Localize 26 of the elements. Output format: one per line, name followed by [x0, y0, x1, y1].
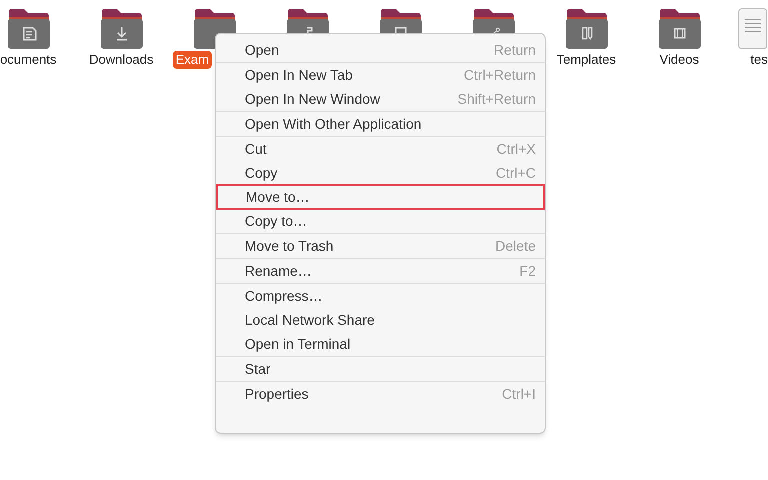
menu-item[interactable]: Open in Terminal [216, 332, 545, 356]
menu-item[interactable]: Open Return [216, 38, 545, 62]
folder-icon[interactable] [6, 8, 50, 50]
menu-item[interactable]: Copy Ctrl+C [216, 161, 545, 185]
menu-item[interactable]: Open With Other Application [216, 112, 545, 136]
menu-item[interactable]: Open In New Window Shift+Return [216, 87, 545, 111]
file-icon[interactable] [738, 8, 768, 50]
menu-item[interactable]: Properties Ctrl+I [216, 382, 545, 406]
menu-item[interactable]: Move to Trash Delete [216, 234, 545, 258]
folder-icon[interactable] [100, 8, 144, 50]
menu-item[interactable]: Star [216, 357, 545, 381]
menu-item[interactable]: Move to… [217, 185, 544, 209]
file-name: Videos [660, 51, 700, 69]
file-name: Downloads [89, 51, 154, 69]
menu-item[interactable]: Compress… [216, 284, 545, 308]
menu-item[interactable]: Copy to… [216, 209, 545, 233]
file-name: Exam [172, 51, 212, 69]
menu-item[interactable]: Local Network Share [216, 308, 545, 332]
menu-item[interactable]: Cut Ctrl+X [216, 137, 545, 161]
folder-icon[interactable] [564, 8, 608, 50]
menu-item[interactable]: Open In New Tab Ctrl+Return [216, 63, 545, 87]
folder-icon[interactable] [658, 8, 702, 50]
menu-item[interactable]: Rename… F2 [216, 259, 545, 283]
file-name: tes [750, 51, 768, 69]
file-name: ocuments [0, 51, 57, 69]
file-name: Templates [556, 51, 616, 69]
